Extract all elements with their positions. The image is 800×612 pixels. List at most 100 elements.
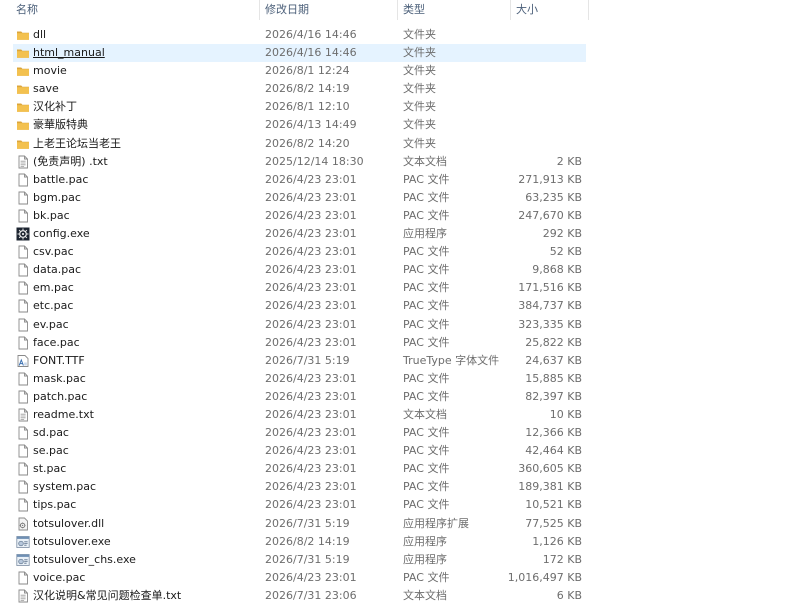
- file-name[interactable]: bgm.pac: [33, 189, 81, 207]
- file-name[interactable]: 豪華版特典: [33, 116, 88, 134]
- file-size: 247,670 KB: [518, 208, 582, 222]
- file-row[interactable]: readme.txt 2026/4/23 23:01 文本文档 10 KB: [0, 406, 800, 424]
- file-name[interactable]: totsulover.exe: [33, 533, 111, 551]
- file-icon: [16, 390, 30, 404]
- exe-file-icon: [16, 553, 30, 567]
- file-name[interactable]: st.pac: [33, 460, 66, 478]
- file-size: 6 KB: [556, 588, 582, 602]
- file-row[interactable]: mask.pac 2026/4/23 23:01 PAC 文件 15,885 KB: [0, 370, 800, 388]
- file-row[interactable]: (免责声明) .txt 2025/12/14 18:30 文本文档 2 KB: [0, 153, 800, 171]
- file-row[interactable]: 汉化说明&常见问题检查单.txt 2026/7/31 23:06 文本文档 6 KB: [0, 587, 800, 605]
- file-row[interactable]: csv.pac 2026/4/23 23:01 PAC 文件 52 KB: [0, 243, 800, 261]
- file-name[interactable]: save: [33, 80, 59, 98]
- file-row[interactable]: bk.pac 2026/4/23 23:01 PAC 文件 247,670 KB: [0, 207, 800, 225]
- file-name[interactable]: 上老王论坛当老王: [33, 135, 121, 153]
- file-name[interactable]: face.pac: [33, 334, 80, 352]
- file-name[interactable]: html_manual: [33, 44, 105, 62]
- column-divider[interactable]: [588, 0, 589, 20]
- file-row[interactable]: 豪華版特典 2026/4/13 14:49 文件夹: [0, 116, 800, 134]
- file-row[interactable]: em.pac 2026/4/23 23:01 PAC 文件 171,516 KB: [0, 279, 800, 297]
- file-name[interactable]: config.exe: [33, 225, 90, 243]
- file-name[interactable]: patch.pac: [33, 388, 87, 406]
- file-name[interactable]: voice.pac: [33, 569, 85, 587]
- file-row[interactable]: system.pac 2026/4/23 23:01 PAC 文件 189,381 K…: [0, 478, 800, 496]
- file-row[interactable]: html_manual 2026/4/16 14:46 文件夹: [0, 44, 800, 63]
- file-row[interactable]: save 2026/8/2 14:19 文件夹: [0, 80, 800, 98]
- file-type: 文件夹: [403, 136, 436, 150]
- file-row[interactable]: data.pac 2026/4/23 23:01 PAC 文件 9,868 KB: [0, 261, 800, 279]
- text-file-icon: [16, 589, 30, 603]
- file-name[interactable]: movie: [33, 62, 67, 80]
- file-name[interactable]: readme.txt: [33, 406, 94, 424]
- file-row[interactable]: etc.pac 2026/4/23 23:01 PAC 文件 384,737 KB: [0, 297, 800, 315]
- file-name[interactable]: battle.pac: [33, 171, 88, 189]
- config-exe-icon: [16, 227, 30, 241]
- file-row[interactable]: st.pac 2026/4/23 23:01 PAC 文件 360,605 KB: [0, 460, 800, 478]
- file-row[interactable]: voice.pac 2026/4/23 23:01 PAC 文件 1,016,497 …: [0, 569, 800, 587]
- file-modified-date: 2026/4/23 23:01: [265, 570, 357, 584]
- file-name[interactable]: (免责声明) .txt: [33, 153, 108, 171]
- file-row[interactable]: battle.pac 2026/4/23 23:01 PAC 文件 271,913 K…: [0, 171, 800, 189]
- file-name[interactable]: ev.pac: [33, 316, 69, 334]
- file-name[interactable]: em.pac: [33, 279, 74, 297]
- file-row[interactable]: dll 2026/4/16 14:46 文件夹: [0, 26, 800, 44]
- file-name[interactable]: etc.pac: [33, 297, 73, 315]
- file-name[interactable]: bk.pac: [33, 207, 70, 225]
- file-name[interactable]: system.pac: [33, 478, 96, 496]
- file-modified-date: 2026/4/13 14:49: [265, 118, 357, 132]
- file-row[interactable]: sd.pac 2026/4/23 23:01 PAC 文件 12,366 KB: [0, 424, 800, 442]
- file-name[interactable]: FONT.TTF: [33, 352, 85, 370]
- file-name[interactable]: dll: [33, 26, 46, 44]
- file-name[interactable]: mask.pac: [33, 370, 86, 388]
- exe-file-icon: [16, 535, 30, 549]
- column-header-date[interactable]: 修改日期: [265, 2, 309, 20]
- file-row[interactable]: 汉化补丁 2026/8/1 12:10 文件夹: [0, 98, 800, 116]
- file-row[interactable]: patch.pac 2026/4/23 23:01 PAC 文件 82,397 KB: [0, 388, 800, 406]
- file-modified-date: 2026/4/23 23:01: [265, 462, 357, 476]
- file-type: PAC 文件: [403, 263, 450, 277]
- file-icon: [16, 173, 30, 187]
- file-modified-date: 2026/4/23 23:01: [265, 444, 357, 458]
- file-size: [500, 62, 582, 80]
- column-divider[interactable]: [397, 0, 398, 20]
- file-modified-date: 2025/12/14 18:30: [265, 154, 364, 168]
- file-size: 292 KB: [542, 227, 582, 241]
- file-name[interactable]: tips.pac: [33, 496, 76, 514]
- file-rows: dll 2026/4/16 14:46 文件夹 html_manual 2026/4/1…: [0, 26, 800, 605]
- file-row[interactable]: totsulover.dll 2026/7/31 5:19 应用程序扩展 77,525…: [0, 515, 800, 533]
- file-row[interactable]: bgm.pac 2026/4/23 23:01 PAC 文件 63,235 KB: [0, 189, 800, 207]
- file-name[interactable]: sd.pac: [33, 424, 69, 442]
- font-file-icon: [16, 354, 30, 368]
- file-row[interactable]: FONT.TTF 2026/7/31 5:19 TrueType 字体文件 24,63…: [0, 352, 800, 370]
- file-row[interactable]: totsulover.exe 2026/8/2 14:19 应用程序 1,126 KB: [0, 533, 800, 551]
- file-row[interactable]: ev.pac 2026/4/23 23:01 PAC 文件 323,335 KB: [0, 316, 800, 334]
- file-row[interactable]: config.exe 2026/4/23 23:01 应用程序 292 KB: [0, 225, 800, 243]
- file-row[interactable]: tips.pac 2026/4/23 23:01 PAC 文件 10,521 KB: [0, 496, 800, 514]
- file-modified-date: 2026/4/23 23:01: [265, 227, 357, 241]
- sort-indicator-icon[interactable]: ^: [133, 0, 141, 3]
- file-type: PAC 文件: [403, 480, 450, 494]
- file-name[interactable]: 汉化补丁: [33, 98, 77, 116]
- file-size: 42,464 KB: [525, 444, 582, 458]
- folder-icon: [16, 46, 30, 60]
- column-header-name[interactable]: 名称: [16, 2, 38, 20]
- file-size: 171,516 KB: [518, 281, 582, 295]
- file-name[interactable]: se.pac: [33, 442, 69, 460]
- file-row[interactable]: 上老王论坛当老王 2026/8/2 14:20 文件夹: [0, 135, 800, 153]
- file-row[interactable]: movie 2026/8/1 12:24 文件夹: [0, 62, 800, 80]
- column-divider[interactable]: [510, 0, 511, 20]
- file-row[interactable]: totsulover_chs.exe 2026/7/31 5:19 应用程序 172 …: [0, 551, 800, 569]
- file-row[interactable]: face.pac 2026/4/23 23:01 PAC 文件 25,822 KB: [0, 334, 800, 352]
- column-header-type[interactable]: 类型: [403, 2, 425, 20]
- file-name[interactable]: totsulover_chs.exe: [33, 551, 136, 569]
- column-header-size[interactable]: 大小: [516, 2, 538, 20]
- folder-icon: [16, 100, 30, 114]
- file-modified-date: 2026/8/2 14:19: [265, 534, 350, 548]
- file-name[interactable]: totsulover.dll: [33, 515, 104, 533]
- file-row[interactable]: se.pac 2026/4/23 23:01 PAC 文件 42,464 KB: [0, 442, 800, 460]
- file-type: 应用程序扩展: [403, 516, 469, 530]
- file-name[interactable]: data.pac: [33, 261, 81, 279]
- file-name[interactable]: 汉化说明&常见问题检查单.txt: [33, 587, 181, 605]
- file-name[interactable]: csv.pac: [33, 243, 74, 261]
- column-divider[interactable]: [259, 0, 260, 20]
